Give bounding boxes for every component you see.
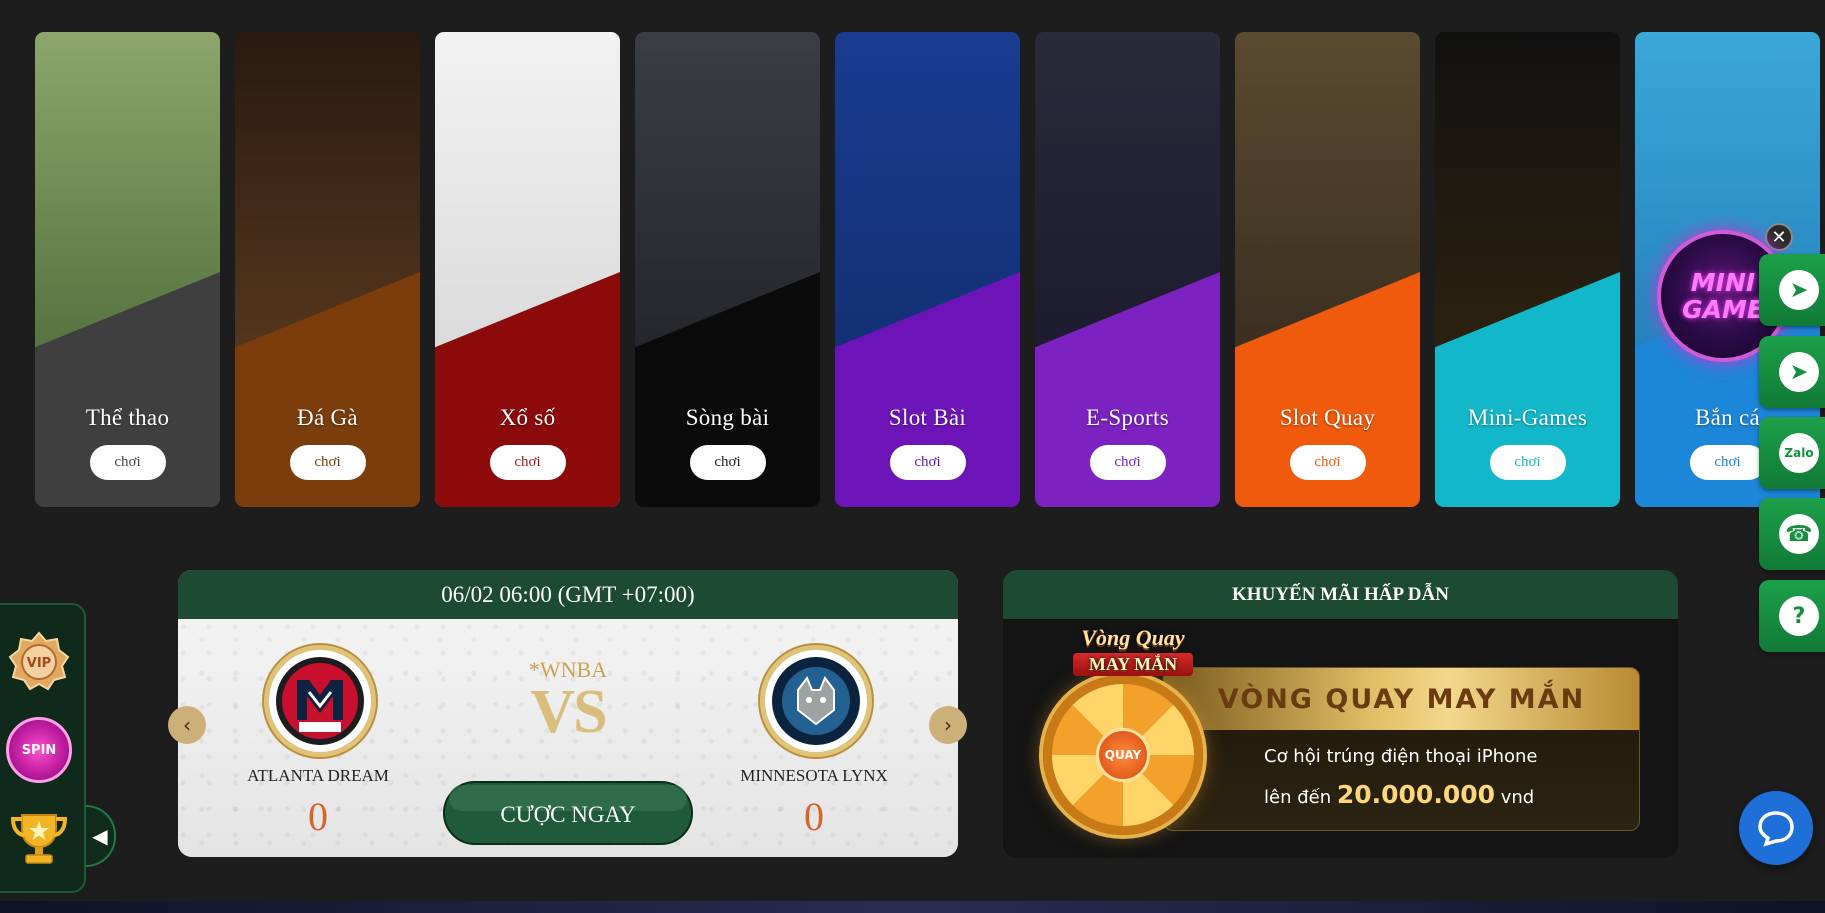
chat-bubble-icon (1758, 811, 1794, 847)
category-play-button[interactable]: chơi (1489, 445, 1566, 480)
wheel-title-main: Vòng Quay (1081, 625, 1185, 650)
category-card-6[interactable]: Slot Quay chơi (1235, 32, 1420, 507)
telegram-icon: ➤ (1779, 352, 1819, 392)
bottom-strip (0, 901, 1825, 913)
telegram-group-button[interactable]: ➤ (1759, 336, 1825, 408)
match-datetime: 06/02 06:00 (GMT +07:00) (178, 570, 958, 619)
mini-game-badge-line1: MINI (1690, 268, 1756, 297)
category-label: Đá Gà (297, 405, 358, 430)
trophy-icon[interactable] (6, 805, 72, 871)
promotion-title: KHUYẾN MÃI HẤP DẪN (1003, 570, 1678, 619)
category-play-button[interactable]: chơi (1089, 445, 1166, 480)
lucky-wheel-graphic[interactable]: QUAY (1043, 675, 1203, 835)
category-play-button[interactable]: chơi (1289, 445, 1366, 480)
zalo-icon: Zalo (1779, 433, 1819, 473)
banner-line2-suffix: vnd (1500, 787, 1535, 808)
wheel-title: Vòng Quay MAY MẮN (1048, 625, 1218, 676)
vip-badge-icon[interactable]: VIP (8, 631, 70, 693)
left-bar-toggle-button[interactable]: ◀ (86, 805, 116, 867)
lucky-wheel-label: SPIN (21, 742, 57, 758)
home-team-score: 0 (308, 794, 328, 839)
home-team-name: ATLANTA DREAM (247, 766, 389, 785)
category-play-button[interactable]: chơi (89, 445, 166, 480)
category-label: Slot Quay (1279, 405, 1376, 430)
lucky-wheel-banner[interactable]: VÒNG QUAY MAY MẮN Cơ hội trúng điện thoạ… (1163, 667, 1640, 831)
bet-now-label: CƯỢC NGAY (500, 802, 636, 827)
promotion-panel: KHUYẾN MÃI HẤP DẪN VÒNG QUAY MAY MẮN Cơ … (1003, 570, 1678, 858)
category-label: Sòng bài (685, 405, 770, 430)
wheel-spin-button[interactable]: QUAY (1096, 728, 1150, 782)
lucky-wheel-icon[interactable]: SPIN (6, 717, 72, 783)
mini-game-badge-line2: GAME (1682, 295, 1764, 324)
close-icon[interactable]: ✕ (1765, 223, 1793, 251)
category-play-button[interactable]: chơi (689, 445, 766, 480)
question-icon: ? (1779, 596, 1819, 636)
game-category-list: Thể thao chơi Đá Gà chơi Xổ số chơi Sòng bài ch… (35, 32, 1825, 507)
category-card-3[interactable]: Sòng bài chơi (635, 32, 820, 507)
banner-line2: lên đến 20.000.000 vnd (1264, 780, 1534, 809)
category-card-1[interactable]: Đá Gà chơi (235, 32, 420, 507)
headset-agent-icon: ☎ (1779, 514, 1819, 554)
banner-line2-prefix: lên đến (1264, 787, 1332, 808)
category-play-button[interactable]: chơi (889, 445, 966, 480)
away-team-score: 0 (804, 794, 824, 839)
wheel-title-sub: MAY MẮN (1073, 653, 1193, 676)
category-label: Thể thao (85, 405, 170, 430)
category-card-7[interactable]: Mini-Games chơi (1435, 32, 1620, 507)
category-label: Xổ số (499, 405, 556, 430)
category-card-0[interactable]: Thể thao chơi (35, 32, 220, 507)
previous-match-button[interactable]: ‹ (168, 706, 206, 744)
vip-label: VIP (27, 656, 51, 671)
telegram-button[interactable]: ➤ (1759, 254, 1825, 326)
category-play-button[interactable]: chơi (489, 445, 566, 480)
bet-now-button[interactable]: CƯỢC NGAY (443, 781, 693, 845)
telegram-icon: ➤ (1779, 270, 1819, 310)
zalo-button[interactable]: Zalo (1759, 417, 1825, 489)
category-card-4[interactable]: Slot Bài chơi (835, 32, 1020, 507)
banner-amount: 20.000.000 (1336, 780, 1496, 809)
left-promo-bar: VIP SPIN (0, 603, 86, 893)
category-play-button[interactable]: chơi (1689, 445, 1766, 480)
category-label: Slot Bài (888, 405, 967, 430)
category-label: E-Sports (1086, 405, 1169, 430)
category-label: Mini-Games (1467, 405, 1588, 430)
next-match-button[interactable]: › (929, 706, 967, 744)
minnesota-lynx-logo (760, 645, 872, 757)
category-play-button[interactable]: chơi (289, 445, 366, 480)
banner-line1: Cơ hội trúng điện thoại iPhone (1264, 746, 1538, 767)
category-card-5[interactable]: E-Sports chơi (1035, 32, 1220, 507)
away-team-name: MINNESOTA LYNX (740, 766, 888, 785)
live-chat-button[interactable] (1739, 791, 1813, 865)
banner-heading: VÒNG QUAY MAY MẮN (1164, 668, 1639, 730)
support-agent-button[interactable]: ☎ (1759, 498, 1825, 570)
help-button[interactable]: ? (1759, 580, 1825, 652)
category-card-2[interactable]: Xổ số chơi (435, 32, 620, 507)
